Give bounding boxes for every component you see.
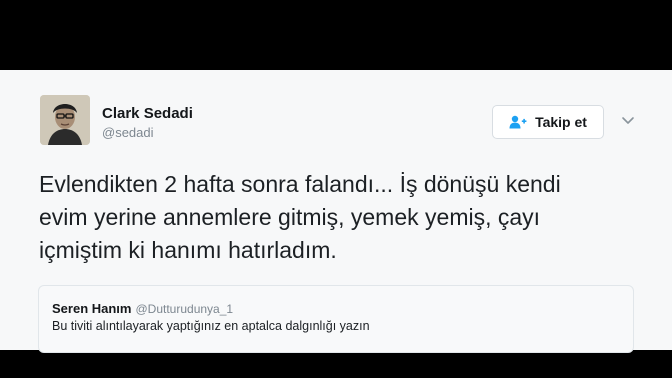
author-handle[interactable]: @sedadi [102, 125, 154, 140]
quoted-tweet[interactable]: Seren Hanım @Dutturudunya_1 Bu tiviti alı… [38, 285, 634, 353]
author-display-name[interactable]: Clark Sedadi [102, 105, 193, 122]
tweet-text: Evlendikten 2 hafta sonra falandı... İş … [39, 171, 561, 263]
quoted-author-handle: @Dutturudunya_1 [135, 302, 234, 316]
add-user-icon [509, 115, 527, 129]
quoted-tweet-text: Bu tiviti alıntılayarak yaptığınız en ap… [52, 319, 370, 333]
tweet-card: Clark Sedadi @sedadi Takip et Evlendikte… [0, 70, 672, 353]
user-photo-icon [40, 95, 90, 145]
quoted-tweet-header: Seren Hanım @Dutturudunya_1 [52, 300, 233, 318]
quoted-author-name: Seren Hanım [52, 301, 132, 316]
chevron-down-icon[interactable] [620, 115, 636, 127]
follow-button[interactable]: Takip et [492, 105, 604, 139]
author-avatar[interactable] [40, 95, 90, 145]
follow-button-label: Takip et [535, 114, 587, 130]
